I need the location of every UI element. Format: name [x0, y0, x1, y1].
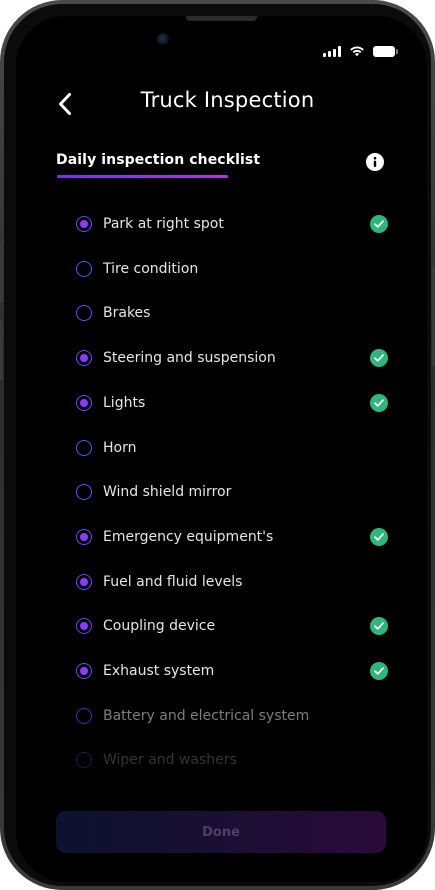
radio-selected[interactable] [76, 663, 92, 679]
checklist-item-label: Fuel and fluid levels [103, 573, 243, 590]
back-button[interactable] [52, 90, 78, 118]
checklist-item[interactable]: Fuel and fluid levels [76, 567, 388, 597]
check-circle-icon [370, 662, 388, 680]
checklist-item[interactable]: Brakes [76, 298, 388, 328]
radio-unselected[interactable] [76, 439, 92, 456]
screen: Truck Inspection Daily inspection checkl… [16, 16, 427, 882]
radio-selected[interactable] [76, 394, 92, 411]
checklist-item-label: Lights [103, 394, 146, 411]
checklist-item[interactable]: Wind shield mirror [76, 477, 388, 507]
tab-daily-inspection-checklist[interactable]: Daily inspection checklist [56, 152, 260, 168]
radio-selected[interactable] [76, 350, 92, 367]
active-tab-indicator [57, 175, 228, 178]
checklist-item[interactable]: Wiper and washers [76, 745, 388, 775]
checklist-item-label: Wiper and washers [103, 752, 237, 769]
checklist-item[interactable]: Lights [76, 388, 388, 418]
front-camera [157, 33, 169, 45]
radio-unselected[interactable] [76, 752, 92, 769]
checklist-item[interactable]: Tire condition [76, 254, 388, 284]
checklist-item[interactable]: Steering and suspension [76, 343, 388, 373]
checklist-item-label: Emergency equipment's [103, 528, 274, 545]
status-bar [323, 44, 398, 58]
info-icon[interactable] [366, 153, 384, 171]
checklist-item[interactable]: Coupling device [76, 611, 388, 641]
checklist-item-label: Tire condition [103, 260, 199, 277]
volume-down-button [0, 320, 3, 380]
volume-up-button [0, 242, 3, 302]
checklist-item-label: Steering and suspension [103, 350, 276, 367]
phone-frame: Truck Inspection Daily inspection checkl… [0, 0, 435, 890]
radio-unselected[interactable] [76, 305, 92, 322]
checklist-item-label: Battery and electrical system [103, 707, 310, 724]
radio-unselected[interactable] [76, 707, 92, 724]
chevron-left-icon [59, 93, 71, 115]
checklist-item-label: Coupling device [103, 618, 216, 635]
battery-icon [373, 45, 398, 57]
wifi-icon [350, 46, 364, 57]
radio-selected[interactable] [76, 618, 92, 635]
done-button[interactable]: Done [56, 811, 386, 853]
checklist-item[interactable]: Park at right spot [76, 209, 388, 239]
checklist-item[interactable]: Emergency equipment's [76, 522, 388, 552]
radio-selected[interactable] [76, 528, 92, 545]
checklist-item-label: Wind shield mirror [103, 484, 232, 501]
radio-unselected[interactable] [76, 484, 92, 501]
speaker-grille [186, 16, 257, 21]
check-circle-icon [370, 393, 388, 412]
checklist-item-label: Horn [103, 439, 137, 456]
checklist-item-label: Exhaust system [103, 663, 215, 679]
check-circle-icon [370, 349, 388, 368]
info-glyph [373, 156, 377, 167]
checklist-item-label: Park at right spot [103, 216, 224, 232]
radio-selected[interactable] [76, 573, 92, 590]
check-circle-icon [370, 215, 388, 233]
radio-selected[interactable] [76, 216, 92, 232]
cellular-signal-icon [323, 45, 341, 57]
check-circle-icon [370, 527, 388, 546]
checklist-item[interactable]: Battery and electrical system [76, 701, 388, 731]
page-title: Truck Inspection [140, 88, 315, 112]
check-circle-icon [370, 617, 388, 636]
checklist-item[interactable]: Horn [76, 433, 388, 463]
radio-unselected[interactable] [76, 260, 92, 277]
silent-switch [0, 180, 3, 210]
checklist-item-label: Brakes [103, 305, 151, 322]
phone-bezel: Truck Inspection Daily inspection checkl… [4, 4, 431, 886]
checklist-item[interactable]: Exhaust system [76, 656, 388, 686]
